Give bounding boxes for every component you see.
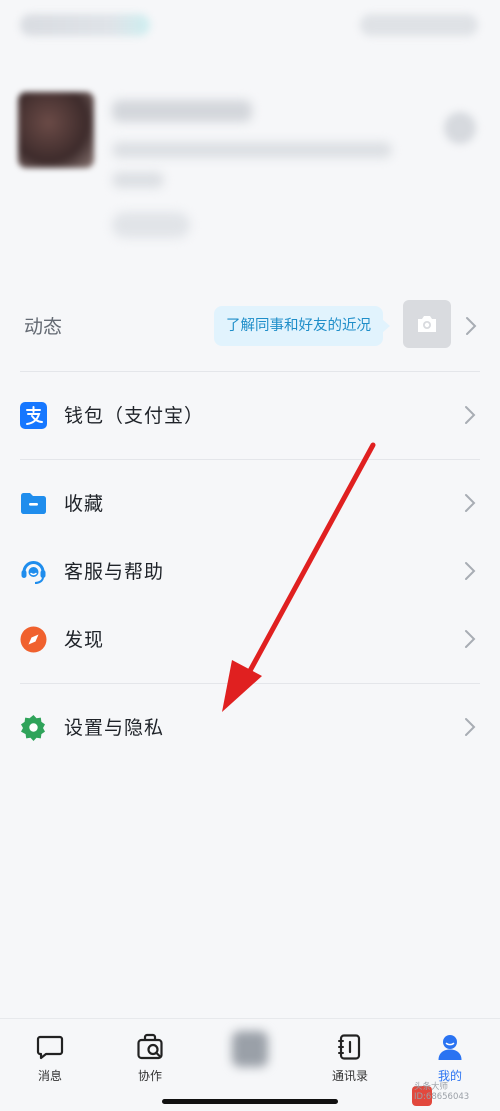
gear-icon <box>21 715 45 741</box>
headset-icon <box>21 561 46 584</box>
divider <box>20 371 480 372</box>
watermark-line-1: 头条大师 <box>414 1082 449 1092</box>
menu-item-label: 发现 <box>64 629 105 651</box>
collab-icon <box>137 1033 163 1060</box>
avatar[interactable] <box>18 92 94 168</box>
menu-item-support[interactable]: 客服与帮助 <box>0 541 500 601</box>
compass-icon <box>20 626 47 653</box>
menu-item-label: 收藏 <box>64 493 105 515</box>
tab-messages[interactable]: 消息 <box>14 1029 86 1091</box>
folder-icon <box>21 493 46 514</box>
chevron-right-icon <box>465 406 476 424</box>
message-icon <box>36 1035 64 1060</box>
tab-label: 消息 <box>37 1069 62 1083</box>
center-tab-blurred[interactable] <box>232 1031 268 1067</box>
menu-item-label: 设置与隐私 <box>64 717 165 739</box>
tab-collaboration[interactable]: 协作 <box>114 1029 186 1091</box>
tab-contacts[interactable]: 通讯录 <box>314 1029 386 1091</box>
menu-item-settings-privacy[interactable]: 设置与隐私 <box>0 697 500 757</box>
chevron-right-icon <box>465 718 476 736</box>
camera-icon[interactable] <box>403 300 451 348</box>
status-bar <box>0 0 500 50</box>
profile-info-blurred <box>112 142 392 158</box>
menu-item-wallet[interactable]: 钱包（支付宝） <box>0 385 500 445</box>
tab-label: 协作 <box>137 1069 162 1083</box>
chevron-right-icon <box>465 630 476 648</box>
profile-status-button-blurred[interactable] <box>112 212 190 238</box>
alipay-icon <box>20 402 47 429</box>
menu-item-label: 钱包（支付宝） <box>64 405 205 427</box>
moments-row[interactable]: 动态 了解同事和好友的近况 <box>0 290 500 360</box>
profile-header[interactable] <box>0 60 500 280</box>
moments-tooltip: 了解同事和好友的近况 <box>214 306 390 346</box>
home-indicator <box>162 1099 338 1104</box>
chevron-right-icon <box>466 317 477 335</box>
watermark-line-2: ID:68656043 <box>414 1092 470 1102</box>
status-icons-blurred <box>360 14 478 36</box>
divider <box>20 459 480 460</box>
person-icon <box>438 1035 462 1060</box>
profile-name-blurred <box>112 100 252 122</box>
profile-info-blurred-2 <box>112 172 164 188</box>
menu-item-discover[interactable]: 发现 <box>0 609 500 669</box>
menu-item-label: 客服与帮助 <box>64 561 165 583</box>
divider <box>20 683 480 684</box>
status-time-blurred <box>20 14 150 36</box>
moments-label: 动态 <box>24 316 63 338</box>
profile-qr-icon[interactable] <box>444 112 476 144</box>
tab-label: 通讯录 <box>331 1069 368 1083</box>
menu-item-favorites[interactable]: 收藏 <box>0 473 500 533</box>
chevron-right-icon <box>465 494 476 512</box>
contacts-icon <box>338 1034 361 1060</box>
chevron-right-icon <box>465 562 476 580</box>
watermark: 头条大师 ID:68656043 <box>414 1082 498 1102</box>
